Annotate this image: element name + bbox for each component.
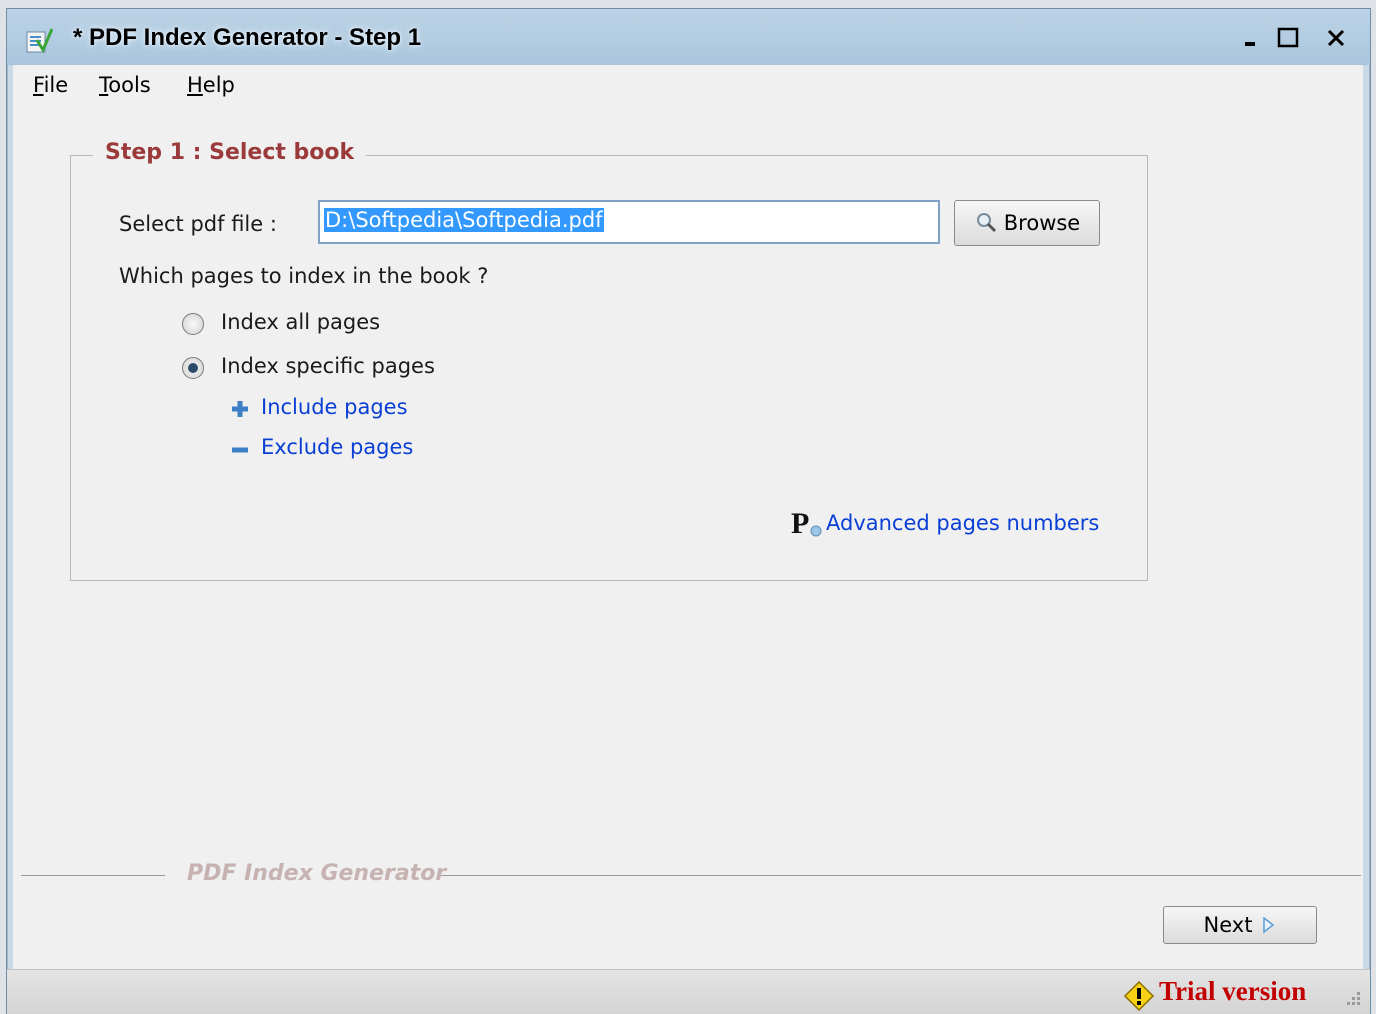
client-area: File Tools Help Step 1 : Select book Sel… <box>13 65 1363 969</box>
browse-button[interactable]: Browse <box>954 200 1100 246</box>
menu-help[interactable]: Help <box>187 73 235 97</box>
radio-index-specific[interactable] <box>182 357 204 379</box>
pdf-file-value: D:\Softpedia\Softpedia.pdf <box>324 208 604 232</box>
close-icon[interactable] <box>1321 23 1351 53</box>
index-specific-label[interactable]: Index specific pages <box>221 354 435 378</box>
include-pages-link[interactable]: Include pages <box>261 395 408 419</box>
title-bar[interactable]: * PDF Index Generator - Step 1 <box>7 9 1370 65</box>
magnifier-icon <box>976 213 996 233</box>
minimize-icon[interactable] <box>1237 23 1267 53</box>
index-all-label[interactable]: Index all pages <box>221 310 380 334</box>
status-bar: Trial version <box>7 969 1370 1014</box>
next-label: Next <box>1203 913 1253 937</box>
svg-text:P: P <box>791 507 809 538</box>
resize-grip-icon[interactable] <box>1343 990 1363 1010</box>
exclude-pages-link[interactable]: Exclude pages <box>261 435 413 459</box>
group-title: Step 1 : Select book <box>93 140 367 165</box>
menu-file[interactable]: File <box>33 73 68 97</box>
minus-icon <box>232 447 248 453</box>
arrow-right-icon <box>1263 916 1275 934</box>
separator-right <box>441 875 1361 876</box>
warning-icon <box>1123 980 1155 1012</box>
select-book-group: Step 1 : Select book Select pdf file : D… <box>70 140 1148 581</box>
window-title: * PDF Index Generator - Step 1 <box>73 24 422 51</box>
app-icon <box>26 28 53 54</box>
menu-tools[interactable]: Tools <box>99 73 151 97</box>
brand-label: PDF Index Generator <box>187 861 447 886</box>
plus-icon <box>232 401 248 417</box>
separator-left <box>21 875 165 876</box>
app-window: * PDF Index Generator - Step 1 File Tool… <box>6 8 1371 1014</box>
radio-index-all[interactable] <box>182 313 204 335</box>
menu-bar: File Tools Help <box>13 65 1363 99</box>
file-label: Select pdf file : <box>119 212 277 236</box>
maximize-icon[interactable] <box>1273 23 1303 53</box>
advanced-pages-link[interactable]: Advanced pages numbers <box>826 511 1099 535</box>
browse-label: Browse <box>1003 211 1081 235</box>
pages-question: Which pages to index in the book ? <box>119 264 489 288</box>
next-button[interactable]: Next <box>1163 906 1317 944</box>
trial-version-label: Trial version <box>1159 976 1307 1006</box>
pdf-file-input[interactable]: D:\Softpedia\Softpedia.pdf <box>318 200 940 244</box>
page-number-icon: P <box>791 507 822 538</box>
